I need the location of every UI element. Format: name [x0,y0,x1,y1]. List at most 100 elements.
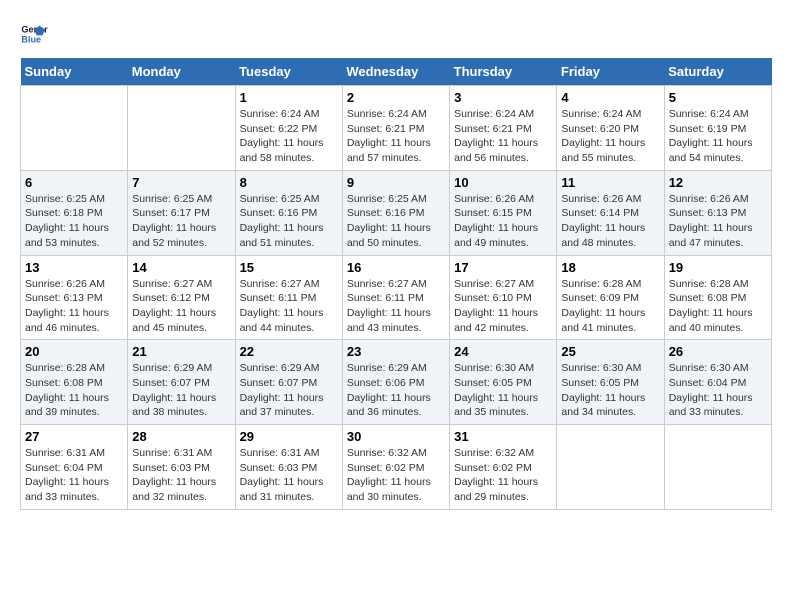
calendar-cell: 10Sunrise: 6:26 AM Sunset: 6:15 PM Dayli… [450,170,557,255]
day-info: Sunrise: 6:26 AM Sunset: 6:14 PM Dayligh… [561,192,659,251]
day-info: Sunrise: 6:27 AM Sunset: 6:10 PM Dayligh… [454,277,552,336]
day-number: 14 [132,260,230,275]
calendar-cell: 11 Sunrise: 6:26 AM Sunset: 6:14 PM Dayli… [557,170,664,255]
calendar-cell [664,425,771,510]
calendar-body: 1Sunrise: 6:24 AM Sunset: 6:22 PM Daylig… [21,86,772,510]
day-info: Sunrise: 6:27 AM Sunset: 6:12 PM Dayligh… [132,277,230,336]
calendar-cell: 26 Sunrise: 6:30 AM Sunset: 6:04 PM Dayli… [664,340,771,425]
day-info: Sunrise: 6:28 AM Sunset: 6:08 PM Dayligh… [25,361,123,420]
calendar-cell: 17Sunrise: 6:27 AM Sunset: 6:10 PM Dayli… [450,255,557,340]
day-number: 26 [669,344,767,359]
day-info: Sunrise: 6:28 AM Sunset: 6:09 PM Dayligh… [561,277,659,336]
calendar-cell: 16 Sunrise: 6:27 AM Sunset: 6:11 PM Dayli… [342,255,449,340]
calendar-cell: 18 Sunrise: 6:28 AM Sunset: 6:09 PM Dayli… [557,255,664,340]
calendar-cell [557,425,664,510]
calendar-week-row: 13 Sunrise: 6:26 AM Sunset: 6:13 PM Dayli… [21,255,772,340]
day-number: 5 [669,90,767,105]
calendar-cell: 25 Sunrise: 6:30 AM Sunset: 6:05 PM Dayli… [557,340,664,425]
day-number: 1 [240,90,338,105]
calendar-week-row: 20 Sunrise: 6:28 AM Sunset: 6:08 PM Dayli… [21,340,772,425]
calendar-cell: 28 Sunrise: 6:31 AM Sunset: 6:03 PM Dayli… [128,425,235,510]
svg-text:Blue: Blue [21,34,41,44]
day-info: Sunrise: 6:32 AM Sunset: 6:02 PM Dayligh… [347,446,445,505]
weekday-header-sunday: Sunday [21,58,128,86]
calendar-cell: 21 Sunrise: 6:29 AM Sunset: 6:07 PM Dayli… [128,340,235,425]
day-info: Sunrise: 6:30 AM Sunset: 6:05 PM Dayligh… [561,361,659,420]
logo-icon: General Blue [20,20,48,48]
calendar-cell: 9 Sunrise: 6:25 AM Sunset: 6:16 PM Daylig… [342,170,449,255]
calendar-cell: 6 Sunrise: 6:25 AM Sunset: 6:18 PM Daylig… [21,170,128,255]
day-info: Sunrise: 6:31 AM Sunset: 6:04 PM Dayligh… [25,446,123,505]
day-info: Sunrise: 6:26 AM Sunset: 6:15 PM Dayligh… [454,192,552,251]
calendar-week-row: 27Sunrise: 6:31 AM Sunset: 6:04 PM Dayli… [21,425,772,510]
day-number: 24 [454,344,552,359]
day-info: Sunrise: 6:24 AM Sunset: 6:21 PM Dayligh… [347,107,445,166]
day-number: 6 [25,175,123,190]
day-info: Sunrise: 6:24 AM Sunset: 6:19 PM Dayligh… [669,107,767,166]
day-info: Sunrise: 6:31 AM Sunset: 6:03 PM Dayligh… [240,446,338,505]
day-number: 31 [454,429,552,444]
day-number: 20 [25,344,123,359]
day-info: Sunrise: 6:32 AM Sunset: 6:02 PM Dayligh… [454,446,552,505]
day-number: 28 [132,429,230,444]
day-info: Sunrise: 6:25 AM Sunset: 6:16 PM Dayligh… [240,192,338,251]
day-number: 4 [561,90,659,105]
day-info: Sunrise: 6:25 AM Sunset: 6:18 PM Dayligh… [25,192,123,251]
day-info: Sunrise: 6:24 AM Sunset: 6:21 PM Dayligh… [454,107,552,166]
calendar-header: SundayMondayTuesdayWednesdayThursdayFrid… [21,58,772,86]
day-number: 13 [25,260,123,275]
calendar-cell: 29 Sunrise: 6:31 AM Sunset: 6:03 PM Dayli… [235,425,342,510]
weekday-header-monday: Monday [128,58,235,86]
calendar-cell [128,86,235,171]
day-number: 23 [347,344,445,359]
day-number: 18 [561,260,659,275]
day-number: 15 [240,260,338,275]
day-number: 21 [132,344,230,359]
calendar-cell: 22Sunrise: 6:29 AM Sunset: 6:07 PM Dayli… [235,340,342,425]
calendar-table: SundayMondayTuesdayWednesdayThursdayFrid… [20,58,772,510]
day-info: Sunrise: 6:25 AM Sunset: 6:16 PM Dayligh… [347,192,445,251]
day-info: Sunrise: 6:25 AM Sunset: 6:17 PM Dayligh… [132,192,230,251]
day-info: Sunrise: 6:26 AM Sunset: 6:13 PM Dayligh… [25,277,123,336]
day-number: 7 [132,175,230,190]
day-number: 9 [347,175,445,190]
day-info: Sunrise: 6:28 AM Sunset: 6:08 PM Dayligh… [669,277,767,336]
day-number: 29 [240,429,338,444]
calendar-cell: 12Sunrise: 6:26 AM Sunset: 6:13 PM Dayli… [664,170,771,255]
weekday-header-wednesday: Wednesday [342,58,449,86]
day-number: 2 [347,90,445,105]
calendar-cell: 13 Sunrise: 6:26 AM Sunset: 6:13 PM Dayli… [21,255,128,340]
calendar-cell: 30 Sunrise: 6:32 AM Sunset: 6:02 PM Dayli… [342,425,449,510]
calendar-cell: 31 Sunrise: 6:32 AM Sunset: 6:02 PM Dayli… [450,425,557,510]
calendar-cell: 3 Sunrise: 6:24 AM Sunset: 6:21 PM Daylig… [450,86,557,171]
day-info: Sunrise: 6:30 AM Sunset: 6:04 PM Dayligh… [669,361,767,420]
day-number: 3 [454,90,552,105]
day-number: 16 [347,260,445,275]
calendar-cell: 19 Sunrise: 6:28 AM Sunset: 6:08 PM Dayli… [664,255,771,340]
calendar-week-row: 1Sunrise: 6:24 AM Sunset: 6:22 PM Daylig… [21,86,772,171]
day-info: Sunrise: 6:29 AM Sunset: 6:07 PM Dayligh… [240,361,338,420]
day-number: 19 [669,260,767,275]
calendar-cell: 20 Sunrise: 6:28 AM Sunset: 6:08 PM Dayli… [21,340,128,425]
calendar-cell: 1Sunrise: 6:24 AM Sunset: 6:22 PM Daylig… [235,86,342,171]
day-number: 25 [561,344,659,359]
weekday-header-thursday: Thursday [450,58,557,86]
calendar-cell: 8 Sunrise: 6:25 AM Sunset: 6:16 PM Daylig… [235,170,342,255]
calendar-cell: 14 Sunrise: 6:27 AM Sunset: 6:12 PM Dayli… [128,255,235,340]
day-info: Sunrise: 6:27 AM Sunset: 6:11 PM Dayligh… [347,277,445,336]
day-number: 11 [561,175,659,190]
day-number: 8 [240,175,338,190]
weekday-header-tuesday: Tuesday [235,58,342,86]
calendar-cell: 2 Sunrise: 6:24 AM Sunset: 6:21 PM Daylig… [342,86,449,171]
calendar-cell: 15Sunrise: 6:27 AM Sunset: 6:11 PM Dayli… [235,255,342,340]
page-header: General Blue [20,20,772,48]
day-info: Sunrise: 6:29 AM Sunset: 6:07 PM Dayligh… [132,361,230,420]
calendar-cell: 27Sunrise: 6:31 AM Sunset: 6:04 PM Dayli… [21,425,128,510]
calendar-cell: 5 Sunrise: 6:24 AM Sunset: 6:19 PM Daylig… [664,86,771,171]
day-number: 30 [347,429,445,444]
weekday-header-friday: Friday [557,58,664,86]
day-info: Sunrise: 6:29 AM Sunset: 6:06 PM Dayligh… [347,361,445,420]
calendar-cell: 7 Sunrise: 6:25 AM Sunset: 6:17 PM Daylig… [128,170,235,255]
calendar-cell: 23 Sunrise: 6:29 AM Sunset: 6:06 PM Dayli… [342,340,449,425]
day-info: Sunrise: 6:31 AM Sunset: 6:03 PM Dayligh… [132,446,230,505]
